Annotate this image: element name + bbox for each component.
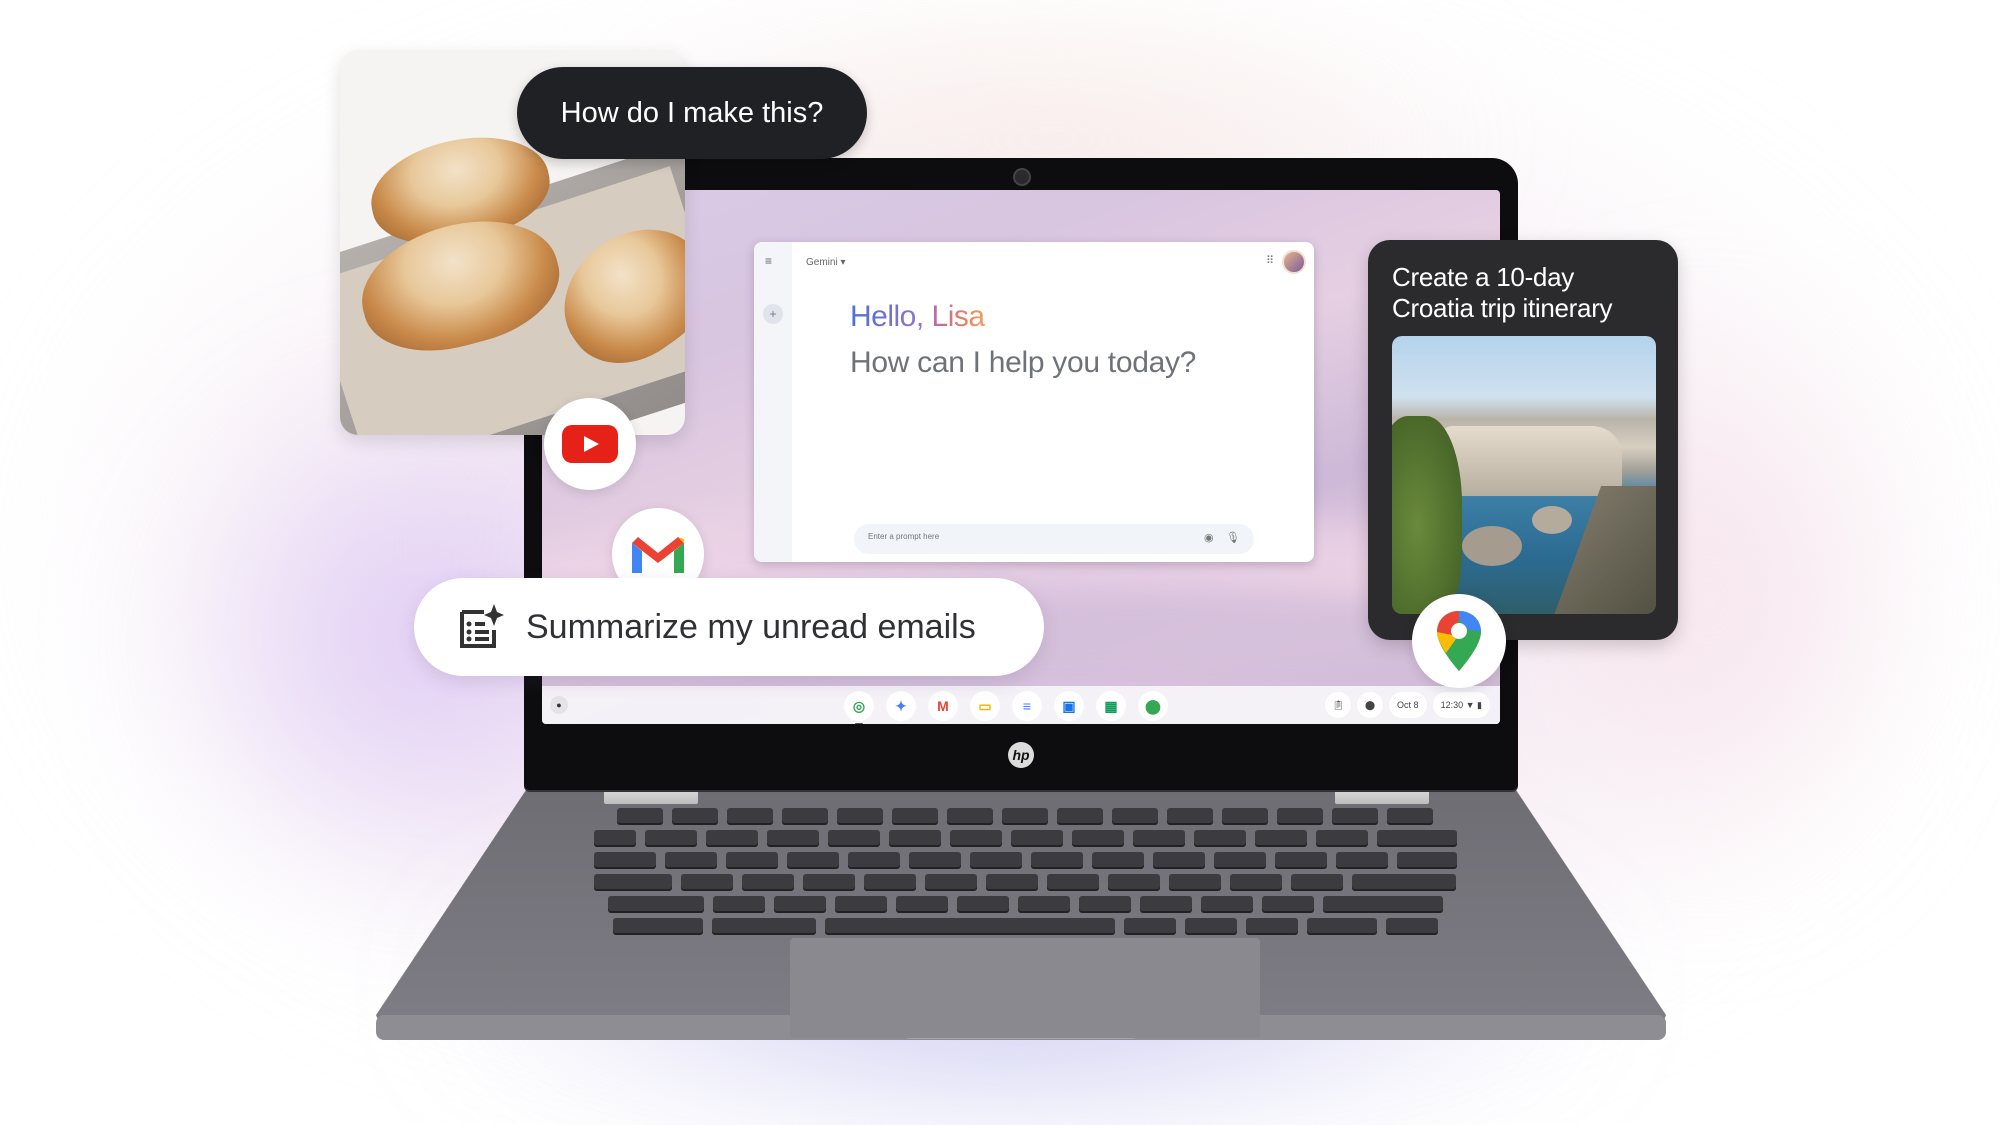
prompt-input[interactable] bbox=[866, 531, 1170, 542]
launcher-icon[interactable]: ● bbox=[550, 696, 568, 714]
summarize-sparkle-icon bbox=[460, 604, 504, 648]
shelf: ● ◎ ✦ M ▭ ≡ ▣ ▦ ⬤ 📋︎ ⬤ Oct 8 12:30 ▼ ▮ bbox=[542, 686, 1500, 724]
greeting-name: Lisa bbox=[931, 300, 986, 333]
clipboard-icon[interactable]: 📋︎ bbox=[1325, 692, 1352, 718]
greeting: Hello, Lisa bbox=[850, 300, 985, 334]
trip-itinerary-card[interactable]: Create a 10-day Croatia trip itinerary bbox=[1368, 240, 1678, 640]
croatia-photo bbox=[1392, 336, 1656, 614]
record-icon[interactable]: ⬤ bbox=[1357, 692, 1384, 718]
webcam bbox=[1013, 168, 1031, 186]
status-tray: 📋︎ ⬤ Oct 8 12:30 ▼ ▮ bbox=[1325, 692, 1490, 718]
maps-pin-logo bbox=[1437, 611, 1481, 671]
date-display[interactable]: Oct 8 bbox=[1389, 692, 1427, 718]
files-icon[interactable]: ▣ bbox=[1054, 691, 1084, 721]
trees bbox=[1392, 416, 1462, 614]
wifi-icon: ▼ bbox=[1465, 700, 1475, 710]
apps-grid-icon[interactable]: ⠿ bbox=[1266, 254, 1274, 267]
gemini-title: Gemini bbox=[806, 257, 838, 268]
greeting-subtitle: How can I help you today? bbox=[850, 346, 1197, 379]
image-icon[interactable]: ◉ bbox=[1204, 531, 1214, 544]
old-town bbox=[1442, 426, 1622, 496]
rock bbox=[1462, 526, 1522, 566]
clock: 12:30 bbox=[1440, 700, 1464, 710]
gmail-icon[interactable]: M bbox=[928, 691, 958, 721]
summarize-emails-prompt[interactable]: Summarize my unread emails bbox=[414, 578, 1044, 676]
app-dock: ◎ ✦ M ▭ ≡ ▣ ▦ ⬤ bbox=[844, 691, 1168, 724]
mic-icon[interactable]: 🎙︎ bbox=[1226, 531, 1240, 544]
plus-icon[interactable]: + bbox=[763, 304, 783, 324]
trackpad bbox=[790, 938, 1260, 1038]
gemini-sidebar bbox=[754, 242, 792, 562]
slides-icon[interactable]: ▭ bbox=[970, 691, 1000, 721]
youtube-icon[interactable] bbox=[544, 398, 636, 490]
status-area[interactable]: 12:30 ▼ ▮ bbox=[1432, 692, 1490, 718]
gemini-icon[interactable]: ✦ bbox=[886, 691, 916, 721]
hp-logo: hp bbox=[1008, 742, 1034, 768]
sheets-icon[interactable]: ▦ bbox=[1096, 691, 1126, 721]
trip-prompt: Create a 10-day Croatia trip itinerary bbox=[1392, 262, 1613, 323]
gemini-window: ≡ + Gemini ▾ ⠿ Hello, Lisa How can I hel… bbox=[754, 242, 1314, 562]
recipe-question-bubble[interactable]: How do I make this? bbox=[517, 67, 867, 159]
maps-icon[interactable]: ⬤ bbox=[1138, 691, 1168, 721]
rock bbox=[1532, 506, 1572, 534]
keyboard bbox=[580, 808, 1470, 933]
youtube-play-icon bbox=[562, 425, 618, 463]
prompt-bar: ◉ 🎙︎ bbox=[854, 524, 1254, 554]
chevron-down-icon: ▾ bbox=[840, 257, 846, 268]
chrome-icon[interactable]: ◎ bbox=[844, 691, 874, 724]
gmail-logo bbox=[632, 537, 684, 573]
avatar[interactable] bbox=[1282, 250, 1306, 274]
gemini-model-selector[interactable]: Gemini ▾ bbox=[806, 257, 846, 268]
cliff bbox=[1542, 486, 1656, 614]
docs-icon[interactable]: ≡ bbox=[1012, 691, 1042, 721]
summarize-emails-label: Summarize my unread emails bbox=[526, 607, 976, 646]
battery-icon: ▮ bbox=[1477, 699, 1482, 710]
google-maps-icon[interactable] bbox=[1412, 594, 1506, 688]
greeting-prefix: Hello, bbox=[850, 300, 932, 333]
hamburger-icon[interactable]: ≡ bbox=[765, 254, 772, 268]
